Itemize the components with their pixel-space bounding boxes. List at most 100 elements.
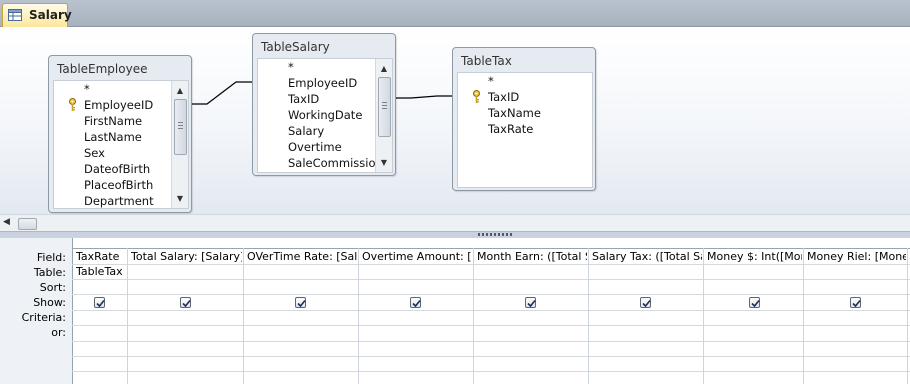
field-item[interactable]: Sex: [84, 145, 105, 161]
diagram-horizontal-scrollbar[interactable]: ◀: [0, 214, 910, 232]
scroll-down-icon[interactable]: ▼: [173, 191, 187, 205]
table-employee-box[interactable]: TableEmployee * EmployeeID FirstName Las…: [48, 55, 192, 213]
join-employee-salary: [192, 81, 252, 105]
check-icon: [182, 299, 191, 308]
primary-key-icon: [69, 98, 76, 111]
check-icon: [297, 299, 306, 308]
primary-key-icon: [473, 90, 480, 103]
grid-line: [243, 248, 244, 384]
table-salary-box[interactable]: TableSalary * EmployeeID TaxID WorkingDa…: [252, 33, 396, 176]
check-icon: [96, 299, 105, 308]
scroll-up-icon[interactable]: ▲: [173, 83, 187, 97]
grid-line: [588, 248, 589, 384]
field-item[interactable]: *: [488, 73, 494, 89]
grid-line: [358, 248, 359, 384]
grid-line: [72, 310, 910, 311]
grip-line: [382, 108, 387, 109]
field-item[interactable]: LastName: [84, 129, 142, 145]
table-employee-title: TableEmployee: [57, 62, 148, 76]
row-label-or: or:: [51, 326, 66, 339]
grid-line: [803, 248, 804, 384]
grip-line: [178, 122, 183, 123]
grid-field-cell[interactable]: Month Earn: ([Total Sa: [477, 250, 587, 264]
grid-table-cell[interactable]: TableTax: [76, 265, 126, 279]
scroll-thumb[interactable]: [378, 77, 391, 137]
splitter-grip-icon[interactable]: [478, 233, 514, 236]
show-checkbox[interactable]: [94, 297, 105, 308]
grip-line: [382, 102, 387, 103]
grid-line: [72, 341, 910, 342]
grid-field-cell[interactable]: Money $: Int([Mon: [707, 250, 802, 264]
scroll-left-icon[interactable]: ◀: [3, 217, 10, 227]
tab-label: Salary: [29, 8, 72, 22]
field-item[interactable]: FirstName: [84, 113, 142, 129]
grid-field-cell[interactable]: Total Salary: [Salary]*([: [131, 250, 242, 264]
field-item[interactable]: TaxID: [288, 91, 319, 107]
check-icon: [527, 299, 536, 308]
show-checkbox[interactable]: [180, 297, 191, 308]
scroll-thumb[interactable]: [174, 99, 187, 155]
table-tax-box[interactable]: TableTax * TaxID TaxName TaxRate: [452, 47, 596, 191]
grid-field-cell[interactable]: OVerTime Rate: [Salar: [247, 250, 357, 264]
field-item[interactable]: TaxName: [488, 105, 541, 121]
grid-line: [907, 248, 908, 384]
grid-line: [72, 264, 910, 265]
grid-line: [703, 248, 704, 384]
scroll-up-icon[interactable]: ▲: [377, 61, 391, 75]
vertical-scrollbar[interactable]: ▲ ▼: [375, 59, 392, 172]
field-item[interactable]: EmployeeID: [288, 75, 357, 91]
check-icon: [751, 299, 760, 308]
row-label-show: Show:: [33, 296, 66, 309]
show-checkbox[interactable]: [749, 297, 760, 308]
grid-row-labels: Field: Table: Sort: Show: Criteria: or:: [0, 238, 73, 384]
query-icon: [8, 9, 22, 21]
row-label-criteria: Criteria:: [21, 311, 66, 324]
show-checkbox[interactable]: [640, 297, 651, 308]
grid-line: [72, 248, 910, 249]
grid-line: [72, 294, 910, 295]
grid-line: [127, 248, 128, 384]
row-label-sort: Sort:: [39, 281, 66, 294]
join-salary-tax: [396, 95, 452, 99]
grid-field-cell[interactable]: Overtime Amount: [Ov: [362, 250, 472, 264]
field-item[interactable]: Salary: [288, 123, 324, 139]
field-item[interactable]: Overtime: [288, 139, 342, 155]
field-item[interactable]: WorkingDate: [288, 107, 362, 123]
row-label-field: Field:: [36, 251, 66, 264]
show-checkbox[interactable]: [850, 297, 861, 308]
show-checkbox[interactable]: [525, 297, 536, 308]
field-item[interactable]: TaxRate: [488, 121, 533, 137]
table-diagram-pane: TableEmployee * EmployeeID FirstName Las…: [0, 27, 910, 214]
check-icon: [642, 299, 651, 308]
field-item[interactable]: DateofBirth: [84, 161, 150, 177]
grip-line: [382, 105, 387, 106]
grid-field-cell[interactable]: Money Riel: [Mone: [807, 250, 906, 264]
grid-line: [72, 279, 910, 280]
field-item[interactable]: EmployeeID: [84, 97, 153, 113]
scroll-down-icon[interactable]: ▼: [377, 155, 391, 169]
table-employee-field-list: * EmployeeID FirstName LastName Sex Date…: [53, 80, 189, 209]
document-tab-bar: Salary: [0, 0, 910, 27]
grid-field-cell[interactable]: TaxRate: [76, 250, 126, 264]
vertical-scrollbar[interactable]: ▲ ▼: [171, 81, 188, 208]
show-checkbox[interactable]: [410, 297, 421, 308]
grip-line: [178, 128, 183, 129]
scroll-thumb[interactable]: [18, 218, 37, 230]
grid-field-cell[interactable]: Salary Tax: ([Total Sala: [592, 250, 702, 264]
field-item[interactable]: PlaceofBirth: [84, 177, 153, 193]
grip-line: [178, 125, 183, 126]
show-checkbox[interactable]: [295, 297, 306, 308]
table-tax-field-list: * TaxID TaxName TaxRate: [457, 72, 593, 188]
field-item[interactable]: Department: [84, 193, 154, 208]
field-item[interactable]: *: [84, 81, 90, 97]
field-item[interactable]: TaxID: [488, 89, 519, 105]
table-tax-title: TableTax: [461, 54, 512, 68]
table-salary-field-list: * EmployeeID TaxID WorkingDate Salary Ov…: [257, 58, 393, 173]
grid-line: [473, 248, 474, 384]
grid-line: [72, 356, 910, 357]
tab-salary[interactable]: Salary: [2, 3, 72, 27]
field-item[interactable]: SaleCommission: [288, 155, 383, 171]
row-label-table: Table:: [33, 266, 66, 279]
field-item[interactable]: *: [288, 59, 294, 75]
check-icon: [852, 299, 861, 308]
